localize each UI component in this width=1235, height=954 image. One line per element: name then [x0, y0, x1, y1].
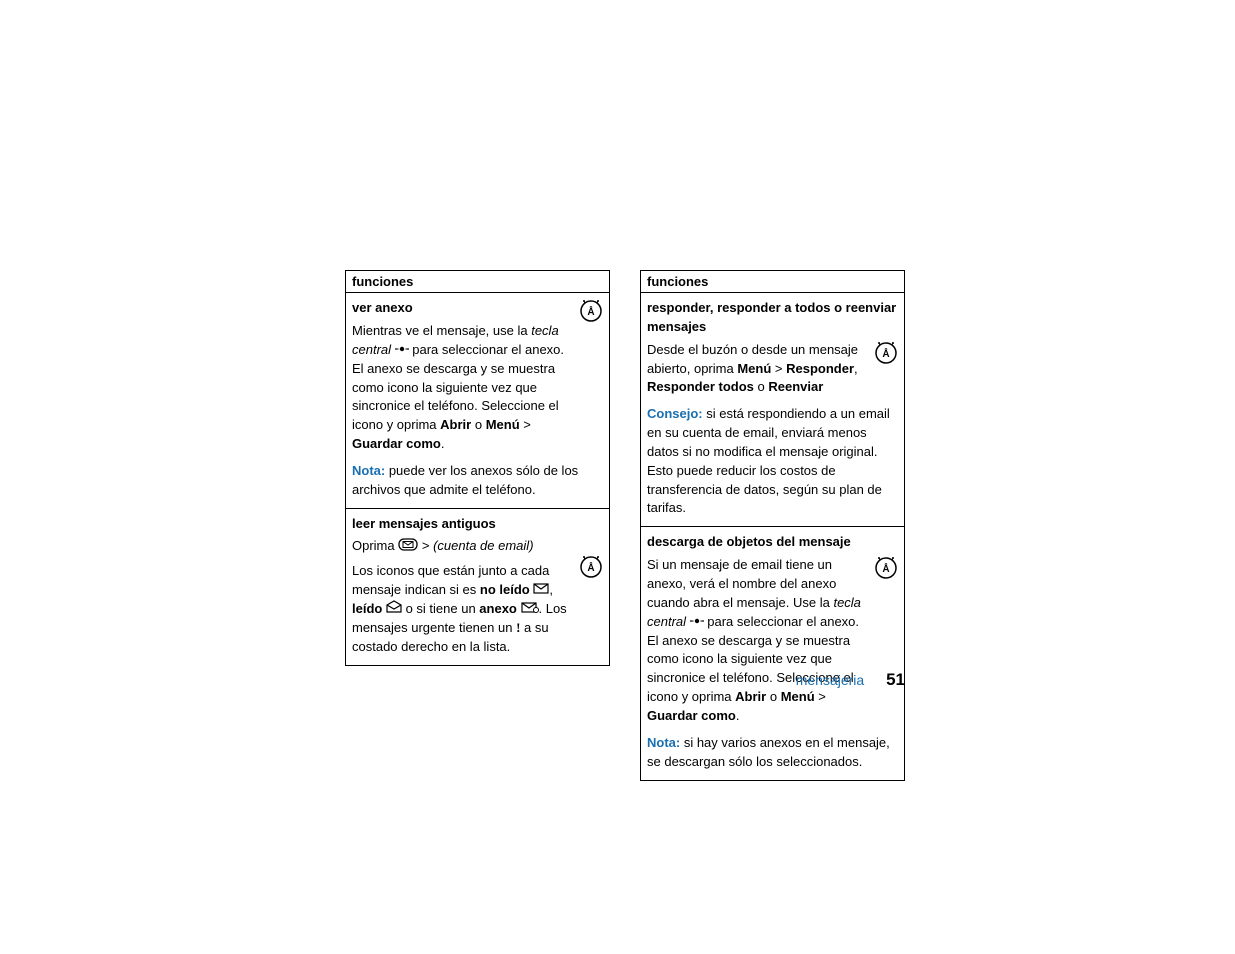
functions-table-right: funciones responder, responder a todos o…: [640, 270, 905, 781]
section-label: mensajeria: [796, 672, 864, 688]
manual-page: funciones ver anexo Mientras ve el mensa…: [345, 270, 905, 781]
section-title: responder, responder a todos o reenviar …: [647, 299, 898, 337]
note-text: Nota: si hay varios anexos en el mensaje…: [647, 734, 898, 772]
body-text: Oprima > (cuenta de email): [352, 537, 575, 556]
feature-badge-icon: Å: [874, 341, 898, 365]
body-text: Desde el buzón o desde un mensaje abiert…: [647, 341, 870, 398]
center-key-icon: [395, 341, 409, 360]
svg-text:Å: Å: [882, 562, 889, 575]
envelope-attach-icon: [521, 600, 539, 619]
cell-leer-antiguos: leer mensajes antiguos Oprima > (cuenta …: [346, 508, 610, 665]
note-text: Nota: puede ver los anexos sólo de los a…: [352, 462, 603, 500]
cell-ver-anexo: ver anexo Mientras ve el mensaje, use la…: [346, 293, 610, 509]
feature-badge-icon: Å: [579, 555, 603, 579]
svg-text:Å: Å: [882, 347, 889, 360]
envelope-closed-icon: [533, 581, 549, 600]
body-text: Mientras ve el mensaje, use la tecla cen…: [352, 322, 575, 454]
left-column: funciones ver anexo Mientras ve el mensa…: [345, 270, 610, 781]
section-title: descarga de objetos del mensaje: [647, 533, 898, 552]
message-key-icon: [398, 538, 418, 557]
envelope-open-icon: [386, 600, 402, 619]
feature-badge-icon: Å: [579, 299, 603, 323]
feature-badge-icon: Å: [874, 556, 898, 580]
table-header: funciones: [641, 271, 905, 293]
body-text: Si un mensaje de email tiene un anexo, v…: [647, 556, 870, 726]
page-footer: mensajeria 51: [796, 670, 905, 690]
cell-responder: responder, responder a todos o reenviar …: [641, 293, 905, 527]
center-key-icon: [690, 613, 704, 632]
svg-text:Å: Å: [587, 561, 594, 574]
cell-descarga: descarga de objetos del mensaje Si un me…: [641, 527, 905, 780]
svg-text:Å: Å: [587, 305, 594, 318]
section-title: ver anexo: [352, 299, 575, 318]
section-title: leer mensajes antiguos: [352, 515, 603, 534]
right-column: funciones responder, responder a todos o…: [640, 270, 905, 781]
tip-text: Consejo: si está respondiendo a un email…: [647, 405, 898, 518]
functions-table-left: funciones ver anexo Mientras ve el mensa…: [345, 270, 610, 666]
table-header: funciones: [346, 271, 610, 293]
body-text: Los iconos que están junto a cada mensaj…: [352, 562, 575, 657]
two-column-layout: funciones ver anexo Mientras ve el mensa…: [345, 270, 905, 781]
page-number: 51: [886, 670, 905, 689]
